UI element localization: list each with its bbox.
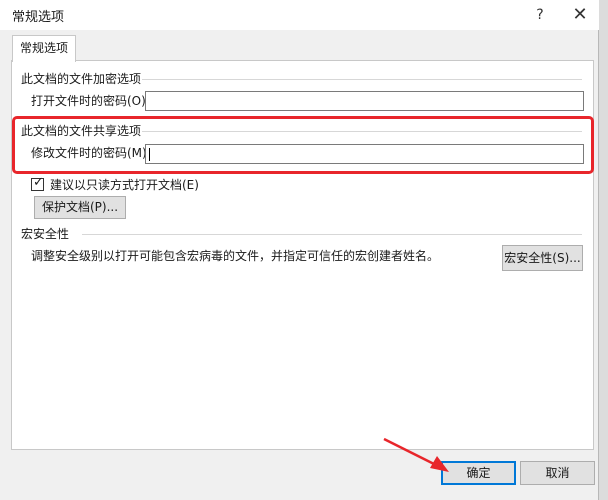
- arrow-shaft: [383, 437, 439, 468]
- tab-general-options[interactable]: 常规选项: [12, 35, 76, 62]
- arrow-head: [430, 456, 449, 472]
- annotation-arrow: [383, 437, 449, 472]
